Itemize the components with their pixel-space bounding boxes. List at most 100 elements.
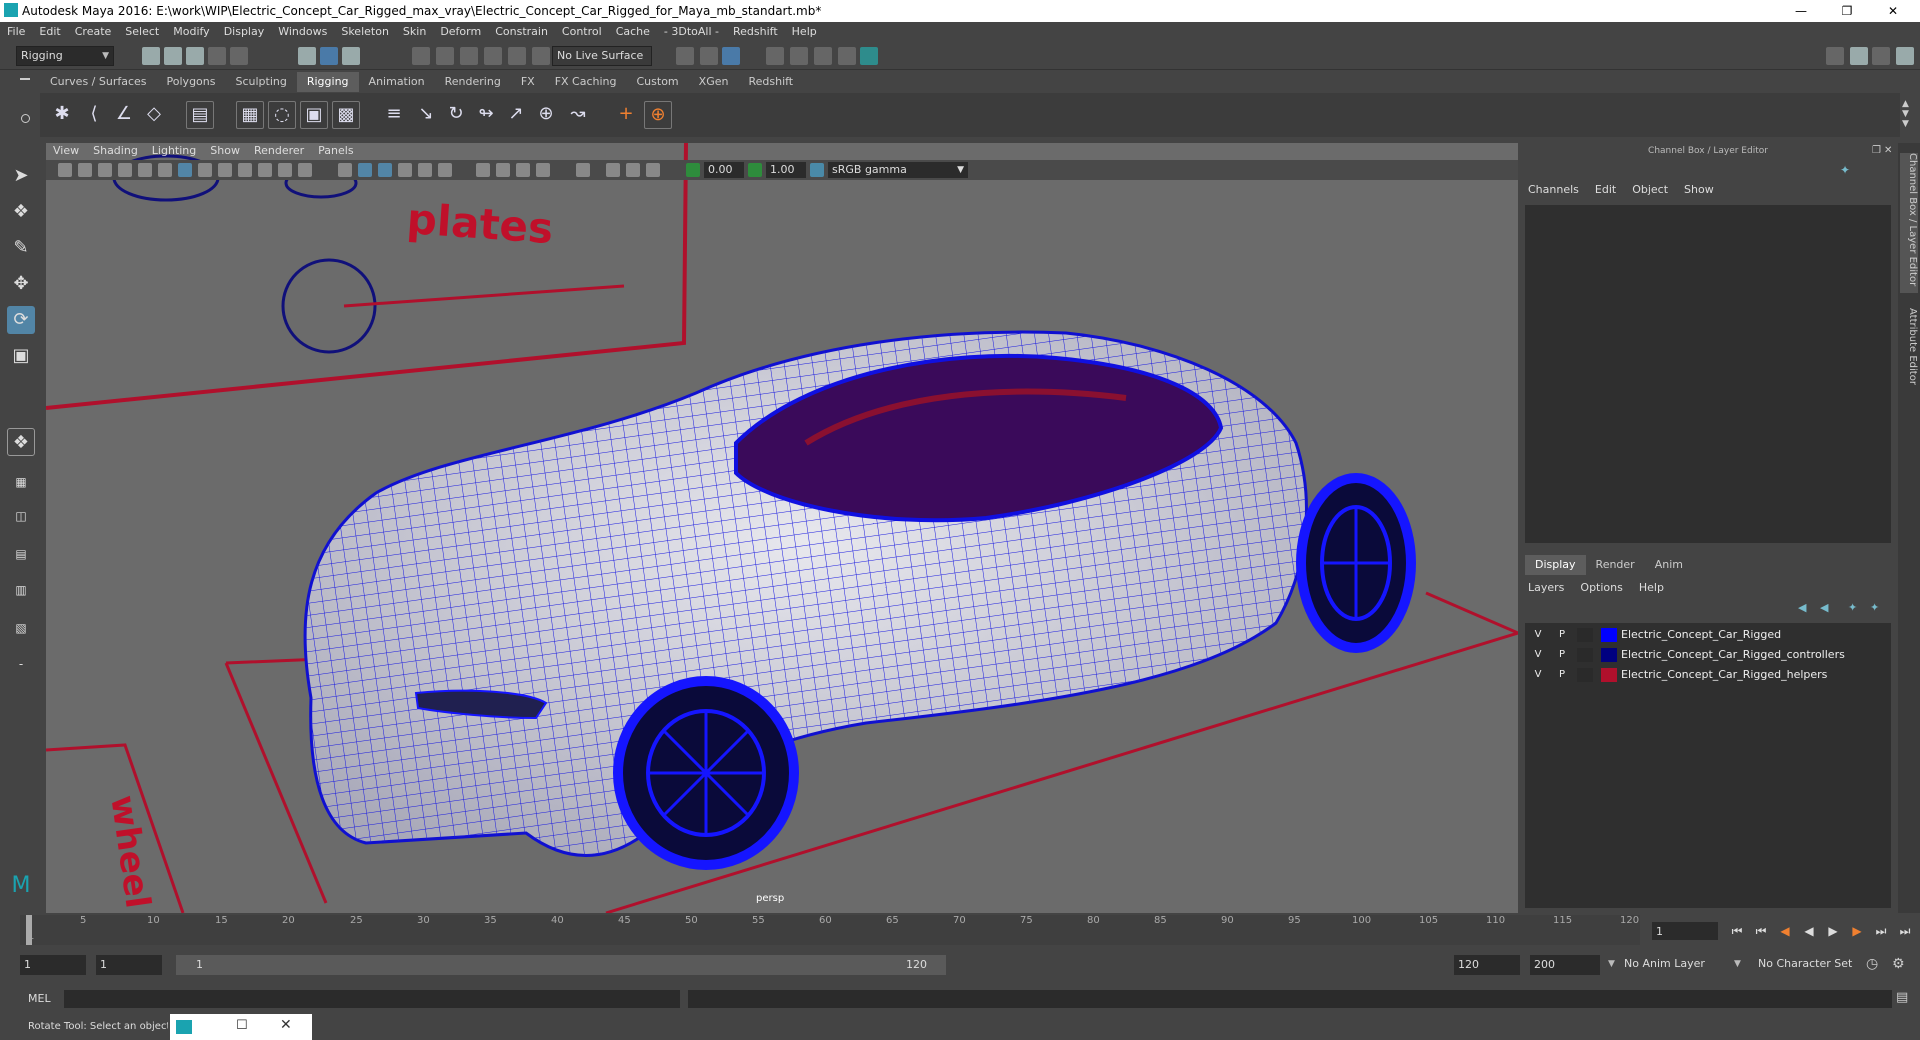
tab-fx[interactable]: FX [511,72,545,92]
vp-menu-lighting[interactable]: Lighting [145,143,203,159]
layer-row[interactable]: V P Electric_Concept_Car_Rigged_controll… [1525,645,1891,665]
side-tab-attribute-editor[interactable]: Attribute Editor [1900,308,1918,408]
channel-box-toggle-icon[interactable] [1896,47,1914,65]
minimize-button[interactable]: — [1778,0,1824,22]
paint-select-tool-icon[interactable]: ✎ [7,234,35,262]
step-back-frame-icon[interactable]: ◀ [1778,924,1792,938]
animation-preferences-icon[interactable]: ⚙ [1892,956,1905,972]
resolution-gate-icon[interactable] [218,163,232,177]
xray-joints-icon[interactable] [626,163,640,177]
select-object-icon[interactable] [320,47,338,65]
channel-menu-object[interactable]: Object [1624,183,1676,196]
redo-icon[interactable] [230,47,248,65]
render-view-icon[interactable] [814,47,832,65]
tab-custom[interactable]: Custom [627,72,689,92]
select-hierarchy-icon[interactable] [298,47,316,65]
channel-menu-channels[interactable]: Channels [1520,183,1587,196]
isolate-select-icon[interactable] [576,163,590,177]
grid-toggle-icon[interactable] [178,163,192,177]
lasso-tool-icon[interactable]: ❖ [7,198,35,226]
render-history-icon[interactable] [676,47,694,65]
tab-curves-surfaces[interactable]: Curves / Surfaces [40,72,157,92]
hypershade-pane-icon[interactable]: ▧ [7,614,35,642]
two-pane-icon[interactable]: ◫ [7,502,35,530]
step-back-key-icon[interactable]: ⏮ [1754,924,1768,938]
maya-window-icon[interactable] [176,1020,192,1034]
menu-constrain[interactable]: Constrain [488,22,555,42]
vp-menu-shading[interactable]: Shading [86,143,145,159]
go-to-end-icon[interactable]: ⏭ [1898,924,1912,938]
tab-render[interactable]: Render [1586,555,1645,575]
textured-icon[interactable] [398,163,412,177]
animation-start-field[interactable]: 1 [20,955,86,975]
channel-box-options-icon[interactable]: ✦ [1840,163,1850,177]
step-forward-key-icon[interactable]: ⏭ [1874,924,1888,938]
safe-action-icon[interactable] [278,163,292,177]
new-layer-selected-icon[interactable]: ✦ [1870,601,1879,614]
ipr-render-icon[interactable] [722,47,740,65]
attribute-editor-toggle-icon[interactable] [1872,47,1890,65]
menu-skeleton[interactable]: Skeleton [334,22,396,42]
viewport-persp[interactable]: plates wheel [46,143,1518,913]
motion-blur-icon[interactable] [496,163,510,177]
display-type-toggle[interactable] [1577,668,1593,682]
color-management-icon[interactable] [810,163,824,177]
use-all-lights-icon[interactable] [418,163,432,177]
script-editor-icon[interactable]: ▤ [1896,990,1908,1005]
visibility-toggle[interactable]: V [1529,628,1547,642]
tab-rigging[interactable]: Rigging [296,72,359,92]
exposure-icon[interactable] [686,163,700,177]
live-surface-field[interactable]: No Live Surface [552,46,652,66]
four-pane-icon[interactable]: ▦ [7,468,35,496]
safe-title-icon[interactable] [298,163,312,177]
color-space-dropdown[interactable]: sRGB gamma ▼ [828,162,968,178]
move-layer-up-icon[interactable]: ◀ [1798,601,1806,614]
snap-surface-icon[interactable] [484,47,502,65]
screen-space-ao-icon[interactable] [476,163,490,177]
snap-curve-icon[interactable] [436,47,454,65]
shadows-icon[interactable] [438,163,452,177]
scale-constraint-icon[interactable]: ↬ [472,101,500,129]
tab-polygons[interactable]: Polygons [157,72,226,92]
smooth-bind-icon[interactable]: ◌ [268,101,296,129]
anim-layer-dropdown[interactable]: No Anim Layer [1620,955,1740,975]
range-slider[interactable]: 1 120 [176,955,946,975]
workspace-icon[interactable] [1826,47,1844,65]
animation-end-field[interactable]: 200 [1530,955,1600,975]
anti-aliasing-icon[interactable] [516,163,530,177]
menu-control[interactable]: Control [555,22,609,42]
open-scene-icon[interactable] [164,47,182,65]
render-frame-icon[interactable] [700,47,718,65]
menu-select[interactable]: Select [118,22,166,42]
modeling-toolkit-icon[interactable] [1850,47,1868,65]
float-panel-icon[interactable]: ❐ [1872,145,1881,156]
layer-menu-help[interactable]: Help [1631,581,1672,594]
shelf-menu-icon[interactable] [20,78,30,80]
playback-toggle[interactable]: P [1553,668,1571,682]
new-scene-icon[interactable] [142,47,160,65]
mode-dropdown[interactable]: Rigging ▼ [16,46,114,66]
menu-help[interactable]: Help [785,22,824,42]
layer-color-swatch[interactable] [1601,668,1617,682]
shelf-settings-icon[interactable] [21,114,30,123]
rotate-tool-icon[interactable]: ⟳ [7,306,35,334]
menu-deform[interactable]: Deform [433,22,488,42]
xray-components-icon[interactable] [646,163,660,177]
layer-color-swatch[interactable] [1601,648,1617,662]
menu-3dtoall[interactable]: - 3DtoAll - [657,22,726,42]
exposure-field[interactable]: 0.00 [704,162,744,178]
gamma-icon[interactable] [748,163,762,177]
single-pane-icon[interactable]: ❖ [7,428,35,456]
side-tab-channel-box[interactable]: Channel Box / Layer Editor [1900,153,1918,293]
ik-handle-icon[interactable]: ∠ [110,101,138,129]
time-slider[interactable]: 1 5 10 15 20 25 30 35 40 45 50 55 60 65 … [20,915,1640,945]
bind-skin-icon[interactable]: ▦ [236,101,264,129]
mel-input[interactable] [64,990,680,1008]
visibility-toggle[interactable]: V [1529,668,1547,682]
xray-icon[interactable] [606,163,620,177]
point-constraint-icon[interactable]: ≡ [380,101,408,129]
channel-menu-show[interactable]: Show [1676,183,1722,196]
gate-mask-icon[interactable] [238,163,252,177]
create-joints-icon[interactable]: ✱ [48,101,76,129]
wireframe-on-shaded-icon[interactable] [378,163,392,177]
